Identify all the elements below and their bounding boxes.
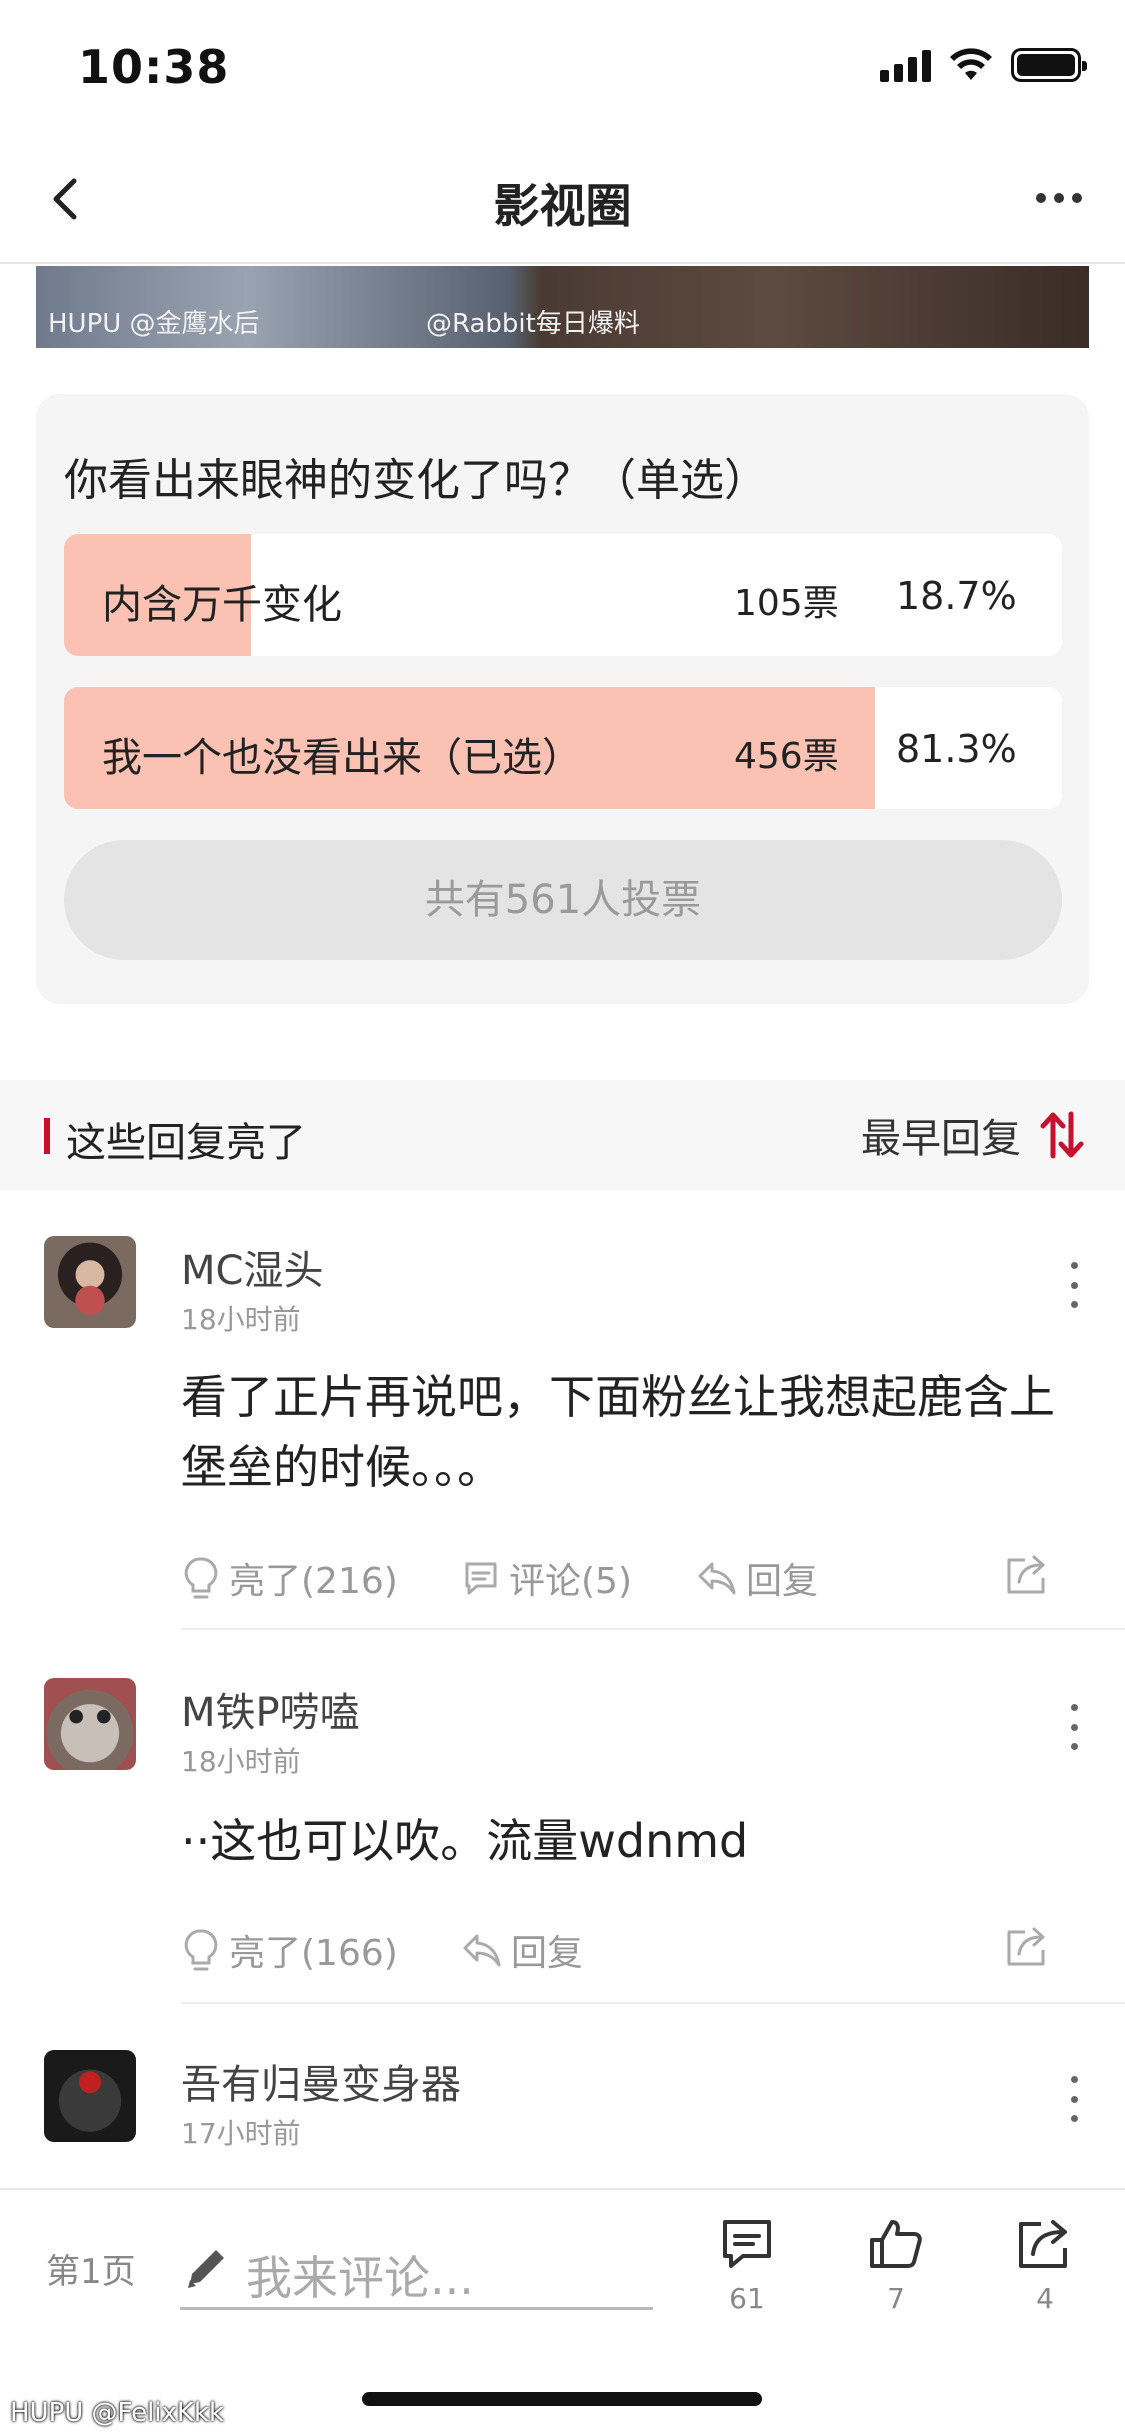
- avatar[interactable]: [44, 1236, 136, 1328]
- comment-input-placeholder: 我来评论...: [246, 2251, 474, 2305]
- comment-item: MC湿头 18小时前 看了正片再说吧，下面粉丝让我想起鹿含上堡垒的时候。。。 亮…: [0, 1194, 1125, 1634]
- poll-option-votes: 105票: [734, 583, 839, 624]
- likes-count: 7: [887, 2282, 905, 2315]
- more-options-button[interactable]: [1029, 178, 1089, 218]
- like-button[interactable]: 亮了(216): [181, 1552, 398, 1604]
- comment-divider: [181, 1628, 1125, 1630]
- share-post-button[interactable]: 4: [1005, 2214, 1085, 2315]
- like-count: 亮了(166): [229, 1933, 398, 1974]
- nav-bar: 影视圈: [0, 132, 1125, 264]
- avatar[interactable]: [44, 1678, 136, 1770]
- poll-option[interactable]: 内含万千变化 105票 18.7%: [64, 534, 1062, 656]
- section-accent-bar: [44, 1118, 50, 1154]
- comment-divider: [181, 2002, 1125, 2004]
- sort-arrows-icon: [1040, 1111, 1084, 1159]
- wifi-icon: [950, 48, 992, 80]
- poll-option-percent: 81.3%: [896, 727, 1017, 771]
- comment-actions: 亮了(166) 回复: [181, 1924, 1091, 1984]
- hot-replies-header: 这些回复亮了 最早回复: [0, 1080, 1125, 1190]
- comment-username[interactable]: MC湿头: [181, 1238, 323, 1296]
- comment-bubble-icon: [465, 1562, 497, 1595]
- watermark-text: HUPU @FelixKkk: [10, 2398, 225, 2428]
- poll-card: 你看出来眼神的变化了吗？（单选） 内含万千变化 105票 18.7% 我一个也没…: [36, 394, 1089, 1004]
- comment-count: 评论(5): [509, 1561, 632, 1602]
- share-icon: [1007, 1927, 1045, 1966]
- home-indicator[interactable]: [362, 2392, 762, 2406]
- like-button[interactable]: 亮了(166): [181, 1924, 398, 1976]
- poll-question: 你看出来眼神的变化了吗？（单选）: [64, 455, 768, 506]
- reply-button[interactable]: 回复: [696, 1552, 818, 1604]
- lightbulb-icon: [184, 1929, 218, 1971]
- reply-label: 回复: [746, 1561, 819, 1602]
- status-icons: [880, 48, 1087, 82]
- sort-toggle-button[interactable]: 最早回复: [861, 1106, 1085, 1164]
- poll-option-label: 内含万千变化: [102, 582, 342, 628]
- section-title: 这些回复亮了: [66, 1120, 306, 1166]
- comment-timestamp: 17小时前: [181, 2117, 301, 2150]
- status-time: 10:38: [78, 40, 230, 94]
- comment-more-button[interactable]: [1059, 2076, 1089, 2122]
- more-dot-icon: [1054, 193, 1064, 203]
- comment-timestamp: 18小时前: [181, 1745, 301, 1778]
- comment-timestamp: 18小时前: [181, 1303, 301, 1336]
- shares-count: 4: [1036, 2282, 1054, 2315]
- post-image[interactable]: HUPU @金鹰水后 @Rabbit每日爆料: [36, 266, 1089, 348]
- share-button[interactable]: [1005, 1552, 1051, 1596]
- image-watermark-left: HUPU @金鹰水后: [48, 309, 260, 339]
- poll-option-percent: 18.7%: [896, 574, 1017, 618]
- like-count: 亮了(216): [229, 1561, 398, 1602]
- share-icon: [1019, 2220, 1067, 2268]
- comment-username[interactable]: 吾有归曼变身器: [181, 2052, 461, 2110]
- comment-actions: 亮了(216) 评论(5) 回复: [181, 1552, 1091, 1612]
- page-indicator[interactable]: 第1页: [46, 2244, 136, 2293]
- comment-text: 看了正片再说吧，下面粉丝让我想起鹿含上堡垒的时候。。。: [181, 1370, 1055, 1494]
- comment-more-button[interactable]: [1059, 1262, 1089, 1308]
- poll-option-votes: 456票: [734, 736, 839, 777]
- reply-button[interactable]: 回复: [461, 1924, 583, 1976]
- lightbulb-icon: [184, 1557, 218, 1599]
- comment-bubble-icon: [723, 2220, 771, 2268]
- share-button[interactable]: [1005, 1924, 1051, 1968]
- page-title: 影视圈: [493, 179, 632, 233]
- sort-label: 最早回复: [861, 1116, 1021, 1162]
- more-dot-icon: [1036, 193, 1046, 203]
- reply-arrow-icon: [698, 1562, 736, 1595]
- pencil-icon: [188, 2250, 224, 2288]
- poll-option[interactable]: 我一个也没看出来（已选） 456票 81.3%: [64, 687, 1062, 809]
- cellular-signal-icon: [880, 48, 931, 82]
- reply-arrow-icon: [463, 1934, 501, 1967]
- like-post-button[interactable]: 7: [856, 2214, 936, 2315]
- battery-icon: [1011, 48, 1087, 82]
- reply-label: 回复: [511, 1933, 584, 1974]
- comment-item: M铁P唠嗑 18小时前 ··这也可以吹。流量wdnmd 亮了(166) 回复: [0, 1636, 1125, 2008]
- comment-text: ··这也可以吹。流量wdnmd: [181, 1814, 749, 1868]
- comment-item: 吾有归曼变身器 17小时前: [0, 2008, 1125, 2188]
- comments-count: 61: [729, 2282, 765, 2315]
- comment-more-button[interactable]: [1059, 1704, 1089, 1750]
- more-dot-icon: [1072, 193, 1082, 203]
- thumbs-up-icon: [870, 2220, 922, 2268]
- share-icon: [1007, 1555, 1045, 1594]
- poll-total-button[interactable]: 共有561人投票: [64, 840, 1062, 960]
- avatar[interactable]: [44, 2050, 136, 2142]
- comment-input[interactable]: 我来评论...: [180, 2230, 653, 2310]
- image-watermark-right: @Rabbit每日爆料: [426, 309, 640, 339]
- comment-count-button[interactable]: 评论(5): [461, 1552, 632, 1604]
- status-bar: 10:38: [0, 0, 1125, 132]
- comments-button[interactable]: 61: [707, 2214, 787, 2315]
- comment-username[interactable]: M铁P唠嗑: [181, 1680, 360, 1738]
- poll-option-label: 我一个也没看出来（已选）: [102, 735, 582, 781]
